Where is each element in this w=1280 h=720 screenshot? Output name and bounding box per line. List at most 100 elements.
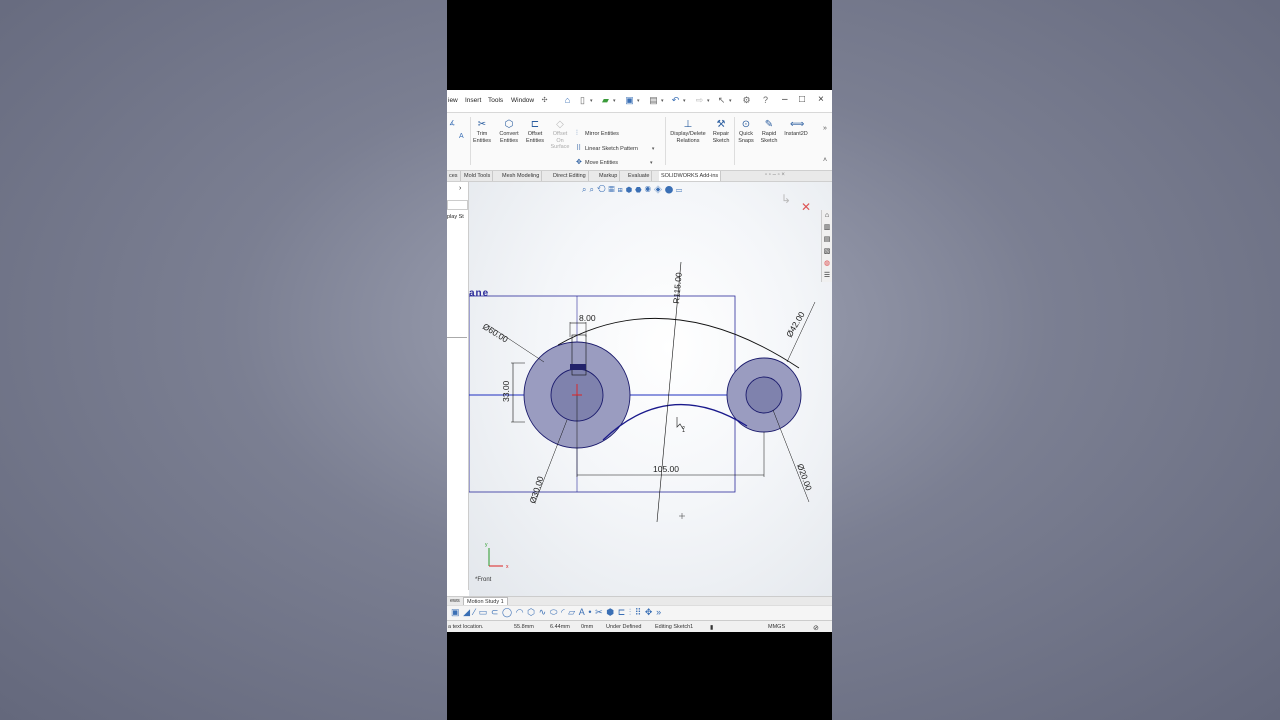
status-bar: a text location. 55.8mm 6.44mm 0mm Under… xyxy=(447,620,832,632)
dim-d42[interactable]: Ø42.00 xyxy=(784,310,807,339)
dim-d20[interactable]: Ø20.00 xyxy=(795,462,814,492)
repair-sketch-button[interactable]: ⚒ Repair Sketch xyxy=(710,119,732,144)
menu-view[interactable]: iew xyxy=(448,97,458,104)
trim-tool-icon[interactable]: ✂ xyxy=(595,607,606,617)
triad-x-label: x xyxy=(506,564,509,570)
convert-entities-button[interactable]: ⬡ Convert Entities xyxy=(497,119,521,144)
pin-icon[interactable]: ✣ xyxy=(539,95,550,106)
status-y-coord: 6.44mm xyxy=(550,624,570,630)
status-message: a text location. xyxy=(448,624,484,630)
more-commands-icon[interactable]: » xyxy=(823,125,827,132)
smart-dimension-icon[interactable]: ◢ xyxy=(463,607,474,617)
new-document-icon[interactable]: ▯ xyxy=(577,95,588,106)
menu-window[interactable]: Window xyxy=(511,97,534,104)
arc-icon[interactable]: ◠ xyxy=(516,607,527,617)
sketch-canvas[interactable]: ⟟ y x 8.00 Ø60.00 33.00 Ø30.00 R115.00 Ø… xyxy=(469,182,832,596)
dim-d60[interactable]: Ø60.00 xyxy=(481,321,510,344)
feature-manager-pane: › play St xyxy=(447,182,469,590)
open-dropdown-icon[interactable]: ▾ xyxy=(613,98,616,104)
convert-tool-icon[interactable]: ⬢ xyxy=(606,607,617,617)
select-dropdown-icon[interactable]: ▾ xyxy=(729,98,732,104)
select-cursor-icon[interactable]: ↖ xyxy=(716,95,727,106)
close-button[interactable]: × xyxy=(818,94,824,105)
move-entities-button[interactable]: ✥ Move Entities ▾ xyxy=(576,158,653,166)
menu-insert[interactable]: Insert xyxy=(465,97,481,104)
rebuild-dropdown-icon[interactable]: ▾ xyxy=(707,98,710,104)
more-tools-icon[interactable]: » xyxy=(656,607,665,617)
sketch-text-icon[interactable]: A xyxy=(459,133,464,140)
ellipse-icon[interactable]: ⬭ xyxy=(550,607,561,617)
pattern-dropdown-icon[interactable]: ▾ xyxy=(652,146,655,152)
pattern-tool-icon[interactable]: ⠿ xyxy=(635,607,645,617)
tab-3d-views[interactable]: ews xyxy=(447,597,463,605)
display-delete-relations-button[interactable]: ⊥ Display/Delete Relations xyxy=(667,119,709,144)
print-icon[interactable]: ▤ xyxy=(648,95,659,106)
graphics-viewport[interactable]: ⌕⌕⟲▦⊞⬢⬣◉◈⬤▭ ⌂ ▥ ▤ ▧ ◍ ☰ ↳ ✕ ane ⟟ y x 8.… xyxy=(469,182,832,596)
tab-direct-editing[interactable]: Direct Editing xyxy=(551,171,589,181)
rectangle-icon[interactable]: ▭ xyxy=(479,607,491,617)
display-state-label: play St xyxy=(447,214,464,220)
tab-solidworks-addins[interactable]: SOLIDWORKS Add-ins xyxy=(659,171,722,181)
instant2d-icon: ⟺ xyxy=(790,119,805,130)
trim-entities-button[interactable]: ✂ Trim Entities xyxy=(471,119,493,144)
text-icon[interactable]: A xyxy=(579,607,589,617)
collapse-icon[interactable]: ˄ xyxy=(823,157,827,164)
dim-height-33[interactable]: 33.00 xyxy=(501,380,511,402)
point-marker xyxy=(679,513,685,519)
linear-sketch-pattern-button[interactable]: ⠿ Linear Sketch Pattern ▾ xyxy=(576,144,654,152)
menu-tools[interactable]: Tools xyxy=(488,97,503,104)
undo-dropdown-icon[interactable]: ▾ xyxy=(683,98,686,104)
open-folder-icon[interactable]: ▰ xyxy=(600,95,611,106)
tab-markup[interactable]: Markup xyxy=(597,171,621,181)
spline-icon[interactable]: ∿ xyxy=(539,607,550,617)
mirror-entities-button[interactable]: ⫶ Mirror Entities xyxy=(576,130,619,138)
snap-icon: ⊙ xyxy=(741,119,751,130)
move-tool-icon[interactable]: ✥ xyxy=(645,607,656,617)
polygon-icon[interactable]: ⬡ xyxy=(527,607,538,617)
offset-on-surface-button[interactable]: ◇ Offset On Surface xyxy=(549,119,571,151)
instant2d-button[interactable]: ⟺ Instant2D xyxy=(781,119,811,138)
home-icon[interactable]: ⌂ xyxy=(562,95,573,106)
help-icon[interactable]: ? xyxy=(760,95,771,106)
dim-d30[interactable]: Ø30.00 xyxy=(527,475,545,505)
filter-input[interactable] xyxy=(447,200,468,210)
plane-icon[interactable]: ▱ xyxy=(568,607,579,617)
tab-mesh-modeling[interactable]: Mesh Modeling xyxy=(500,171,543,181)
save-dropdown-icon[interactable]: ▾ xyxy=(637,98,640,104)
cursor-dimension-icon: ⟟ xyxy=(682,424,685,434)
quick-snaps-button[interactable]: ⊙ Quick Snaps xyxy=(735,119,757,144)
circle-icon[interactable]: ◯ xyxy=(502,607,516,617)
undo-icon[interactable]: ↶ xyxy=(670,95,681,106)
move-dropdown-icon[interactable]: ▾ xyxy=(650,160,653,166)
circle-d20[interactable] xyxy=(745,376,783,414)
dim-width-8[interactable]: 8.00 xyxy=(579,313,596,323)
tab-surfaces[interactable]: ces xyxy=(447,171,461,181)
status-editing: Editing Sketch1 xyxy=(655,624,694,630)
offset-entities-button[interactable]: ⊏ Offset Entities xyxy=(523,119,547,144)
units-selector[interactable]: MMGS xyxy=(768,624,785,630)
print-dropdown-icon[interactable]: ▾ xyxy=(661,98,664,104)
convert-icon: ⬡ xyxy=(504,119,514,130)
offset-tool-icon[interactable]: ⊏ xyxy=(618,607,629,617)
save-icon[interactable]: ▣ xyxy=(624,95,635,106)
rebuild-icon[interactable]: ⇨ xyxy=(694,95,705,106)
quick-tips-icon[interactable]: ⊘ xyxy=(813,624,819,632)
dim-105[interactable]: 105.00 xyxy=(653,464,679,474)
rapid-sketch-button[interactable]: ✎ Rapid Sketch xyxy=(758,119,780,144)
slot-icon[interactable]: ⊂ xyxy=(491,607,502,617)
dim-r115[interactable]: R115.00 xyxy=(671,272,684,305)
new-dropdown-icon[interactable]: ▾ xyxy=(590,98,593,104)
tab-evaluate[interactable]: Evaluate xyxy=(626,171,653,181)
sketch-icon[interactable]: ▣ xyxy=(451,607,463,617)
maximize-button[interactable]: □ xyxy=(799,94,805,105)
minimize-button[interactable]: – xyxy=(782,94,788,105)
sketch-arc-icon[interactable]: ∡ xyxy=(449,119,455,127)
tab-mold-tools[interactable]: Mold Tools xyxy=(462,171,494,181)
rebuild-status-icon[interactable]: ▮ xyxy=(710,624,713,631)
trim-icon: ✂ xyxy=(477,119,487,130)
window-controls-icon[interactable]: ▫ ▫ – ▫ × xyxy=(765,172,785,178)
options-gear-icon[interactable]: ⚙ xyxy=(741,95,752,106)
expand-arrow-icon[interactable]: › xyxy=(459,185,461,192)
status-z-coord: 0mm xyxy=(581,624,594,630)
status-sketch-state: Under Defined xyxy=(606,624,642,630)
